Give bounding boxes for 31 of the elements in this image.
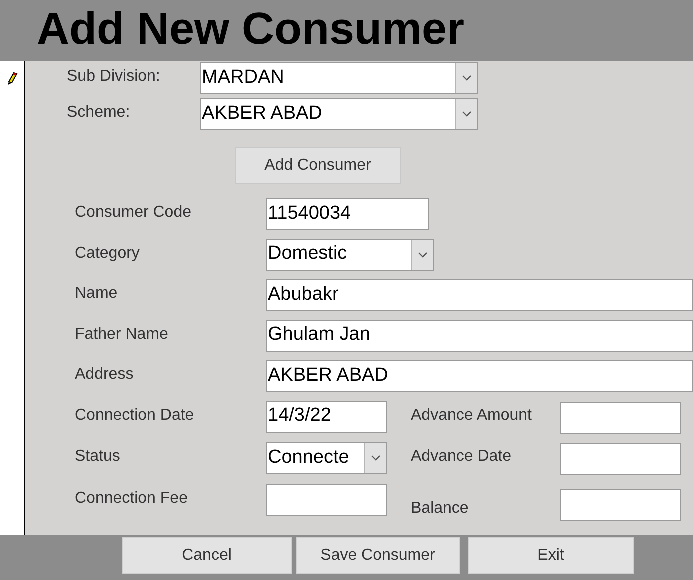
footer-button[interactable]: Cancel bbox=[122, 537, 292, 574]
text-field[interactable]: Abubakr bbox=[266, 279, 693, 311]
add-consumer-button[interactable]: Add Consumer bbox=[235, 147, 401, 184]
field-label: Scheme: bbox=[67, 103, 132, 123]
text-field[interactable]: 14/3/22 bbox=[266, 400, 387, 432]
text-field[interactable]: AKBER ABAD bbox=[266, 360, 693, 392]
field-label: Address bbox=[75, 365, 135, 385]
dropdown-field[interactable]: MARDAN bbox=[200, 62, 478, 94]
text-field[interactable] bbox=[560, 402, 681, 434]
field-label: Connection Date bbox=[75, 406, 196, 426]
dropdown-field[interactable]: Connecte bbox=[266, 442, 387, 474]
form-title: Add New Consumer bbox=[37, 2, 466, 56]
field-label: Advance Date bbox=[411, 447, 513, 467]
field-label: Balance bbox=[411, 498, 470, 518]
field-label: Consumer Code bbox=[75, 203, 192, 223]
footer-button[interactable]: Exit bbox=[468, 537, 634, 574]
field-label: Category bbox=[75, 244, 141, 264]
field-label: Connection Fee bbox=[75, 488, 189, 508]
text-field[interactable] bbox=[560, 443, 681, 475]
field-label: Sub Division: bbox=[67, 67, 162, 87]
text-field[interactable] bbox=[266, 484, 387, 516]
dropdown-field[interactable]: Domestic bbox=[266, 238, 434, 270]
field-label: Status bbox=[75, 447, 122, 467]
field-label: Father Name bbox=[75, 324, 170, 344]
field-label: Advance Amount bbox=[411, 406, 533, 426]
footer-button[interactable]: Save Consumer bbox=[296, 537, 460, 574]
text-field[interactable]: 11540034 bbox=[266, 198, 429, 230]
field-label: Name bbox=[75, 284, 119, 304]
text-field[interactable]: Ghulam Jan bbox=[266, 320, 693, 352]
dropdown-field[interactable]: AKBER ABAD bbox=[200, 98, 478, 130]
text-field[interactable] bbox=[560, 488, 681, 520]
